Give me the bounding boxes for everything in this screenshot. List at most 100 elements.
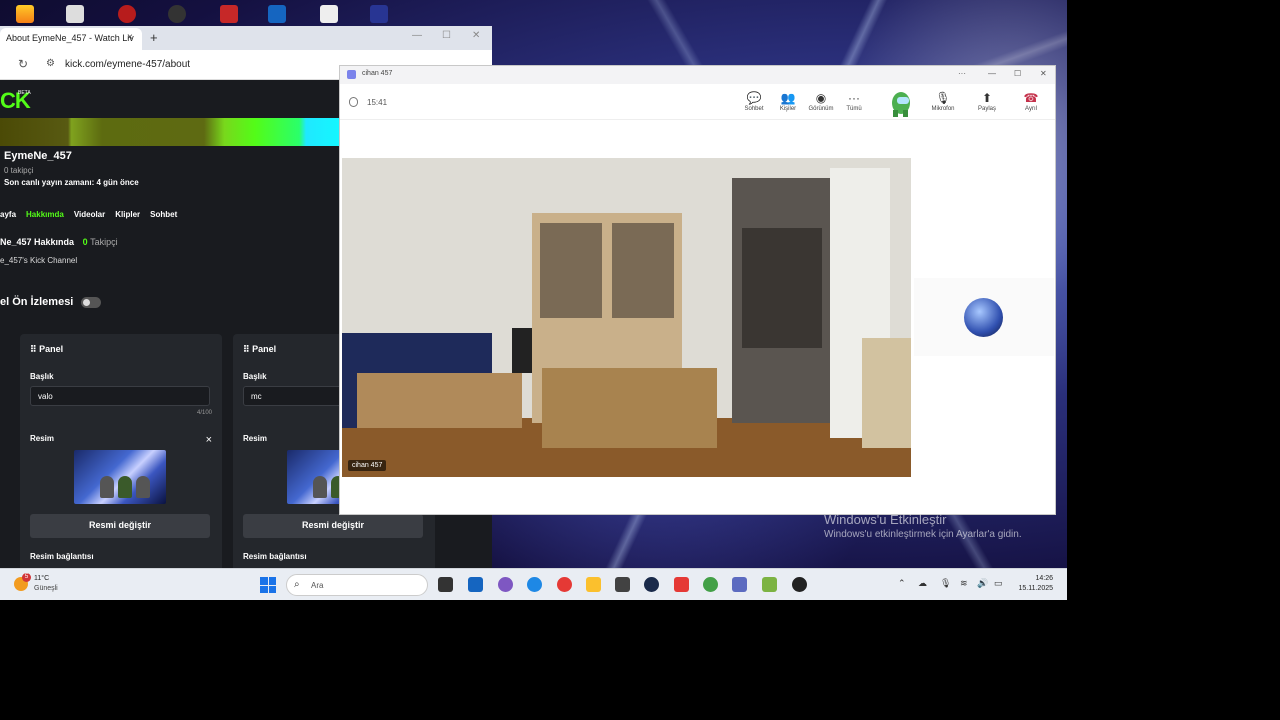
reload-icon[interactable]: ↻ xyxy=(18,57,28,71)
drag-handle-icon[interactable]: ⠿ xyxy=(30,344,37,354)
tab-home[interactable]: ayfa xyxy=(0,210,16,219)
share-button[interactable]: ⬆ Paylaş xyxy=(967,91,1007,112)
drag-handle-icon[interactable]: ⠿ xyxy=(243,344,250,354)
minecraft-icon[interactable] xyxy=(762,577,777,592)
site-info-icon[interactable]: ⚙ xyxy=(46,58,55,69)
preview-toggle[interactable] xyxy=(81,296,102,308)
call-toolbar: 15:41 💬 Sohbet 👥 Kişiler ◉ Görünüm ··· T… xyxy=(340,84,1055,120)
youtube-icon[interactable] xyxy=(674,577,689,592)
game-icon[interactable] xyxy=(220,5,238,23)
wifi-icon[interactable]: ≋ xyxy=(960,578,968,589)
about-title: Ne_457 Hakkında xyxy=(0,237,75,247)
hangup-icon: ☎ xyxy=(1023,91,1039,105)
panel-image xyxy=(74,450,166,504)
clock[interactable]: 14:26 15.11.2025 xyxy=(1018,574,1053,594)
battery-icon[interactable]: ▭ xyxy=(994,578,1003,589)
weather-desc[interactable]: Güneşli xyxy=(34,585,58,592)
self-view-tile[interactable] xyxy=(914,278,1054,356)
chrome-icon[interactable] xyxy=(703,577,718,592)
maximize-button[interactable]: ☐ xyxy=(442,30,451,41)
remove-image-icon[interactable]: × xyxy=(206,434,212,446)
opera-icon[interactable] xyxy=(557,577,572,592)
tab-about[interactable]: Hakkımda xyxy=(26,210,64,219)
close-button[interactable]: ✕ xyxy=(472,30,480,41)
preview-label: el Ön İzlemesi xyxy=(0,296,74,308)
panel-preview-row: el Ön İzlemesi xyxy=(0,296,102,308)
title-label: Başlık xyxy=(30,372,54,381)
change-image-button[interactable]: Resmi değiştir xyxy=(243,514,423,538)
obs-icon[interactable] xyxy=(168,5,186,23)
panel-header[interactable]: ⠿ Panel xyxy=(30,344,63,355)
game-icon[interactable] xyxy=(268,5,286,23)
tab-chat[interactable]: Sohbet xyxy=(150,210,177,219)
room-video-frame xyxy=(342,158,911,477)
clock-date: 15.11.2025 xyxy=(1018,585,1053,592)
cloud-icon[interactable]: ☁ xyxy=(918,578,927,589)
search-box[interactable]: ⌕ Ara xyxy=(286,574,428,596)
activation-watermark: Windows'u Etkinleştir Windows'u etkinleş… xyxy=(824,512,1022,540)
follower-count: 0 takipçi xyxy=(4,166,34,175)
camera-avatar-icon[interactable] xyxy=(888,88,914,118)
file-explorer-icon[interactable] xyxy=(586,577,601,592)
java-icon[interactable] xyxy=(320,5,338,23)
close-icon[interactable]: × xyxy=(127,32,133,43)
volume-icon[interactable]: 🔊 xyxy=(977,578,988,589)
activation-title: Windows'u Etkinleştir xyxy=(824,512,947,527)
more-icon: ··· xyxy=(848,91,860,105)
teams-icon[interactable] xyxy=(732,577,747,592)
store-icon[interactable] xyxy=(468,577,483,592)
close-button[interactable]: ✕ xyxy=(1040,69,1047,78)
folder-icon[interactable] xyxy=(16,5,34,23)
call-titlebar: cihan 457 ··· — ☐ ✕ xyxy=(340,66,1055,84)
desktop: About EymeNe_457 - Watch Liv × + — ☐ ✕ ↻… xyxy=(0,0,1067,600)
tab-bar: About EymeNe_457 - Watch Liv × + — ☐ ✕ xyxy=(0,26,492,50)
app-icon[interactable] xyxy=(370,5,388,23)
weather-temp[interactable]: 11°C xyxy=(34,575,49,582)
app-icon[interactable] xyxy=(615,577,630,592)
minimize-button[interactable]: — xyxy=(412,30,422,41)
chevron-up-icon[interactable]: ⌃ xyxy=(898,578,906,589)
teams-icon xyxy=(347,70,356,79)
change-image-button[interactable]: Resmi değiştir xyxy=(30,514,210,538)
about-heading: Ne_457 Hakkında 0 Takipçi xyxy=(0,237,118,247)
start-button[interactable] xyxy=(260,577,276,593)
title-input[interactable]: valo xyxy=(30,386,210,406)
call-timer: 15:41 xyxy=(367,98,388,107)
channel-banner xyxy=(0,118,340,146)
more-options-button[interactable]: ··· xyxy=(958,69,966,78)
image-label: Resim xyxy=(243,434,268,443)
leave-button[interactable]: ☎ Ayrıl xyxy=(1011,91,1051,112)
minimize-button[interactable]: — xyxy=(988,69,996,78)
call-window-title: cihan 457 xyxy=(362,70,393,77)
app-icon[interactable] xyxy=(66,5,84,23)
mic-button[interactable]: 🎙 Mikrofon xyxy=(923,91,963,112)
taskbar: 5 11°C Güneşli ⌕ Ara ⌃ ☁ 🎙 ≋ 🔊 ▭ 14:26 1… xyxy=(0,568,1067,600)
browser-tab[interactable]: About EymeNe_457 - Watch Liv xyxy=(0,28,142,50)
tab-videos[interactable]: Videolar xyxy=(74,210,105,219)
game-icon[interactable] xyxy=(118,5,136,23)
steam-icon[interactable] xyxy=(644,577,659,592)
about-follower-num: 0 xyxy=(82,237,88,247)
beta-badge: BETA xyxy=(18,90,31,96)
maximize-button[interactable]: ☐ xyxy=(1014,69,1021,78)
tab-title: About EymeNe_457 - Watch Liv xyxy=(6,33,134,43)
url-input[interactable]: kick.com/eymene-457/about xyxy=(65,59,190,70)
last-stream: Son canlı yayın zamanı: 4 gün önce xyxy=(4,178,139,187)
panel-header[interactable]: ⠿ Panel xyxy=(243,344,276,355)
edge-icon[interactable] xyxy=(527,577,542,592)
image-label: Resim xyxy=(30,434,55,443)
copilot-icon[interactable] xyxy=(498,577,513,592)
tab-clips[interactable]: Klipler xyxy=(115,210,140,219)
more-button[interactable]: ··· Tümü xyxy=(834,91,874,112)
search-placeholder: Ara xyxy=(311,581,324,590)
image-link-label: Resim bağlantısı xyxy=(30,552,94,561)
mic-icon[interactable]: 🎙 xyxy=(940,578,951,589)
title-label: Başlık xyxy=(243,372,267,381)
share-icon: ⬆ xyxy=(981,91,993,105)
app-icon[interactable] xyxy=(792,577,807,592)
call-window: cihan 457 ··· — ☐ ✕ 15:41 💬 Sohbet 👥 Kiş… xyxy=(339,65,1056,515)
clock-time: 14:26 xyxy=(1035,575,1053,582)
task-view-icon[interactable] xyxy=(438,577,453,592)
about-follower-label: Takipçi xyxy=(90,237,118,247)
new-tab-button[interactable]: + xyxy=(150,30,158,45)
